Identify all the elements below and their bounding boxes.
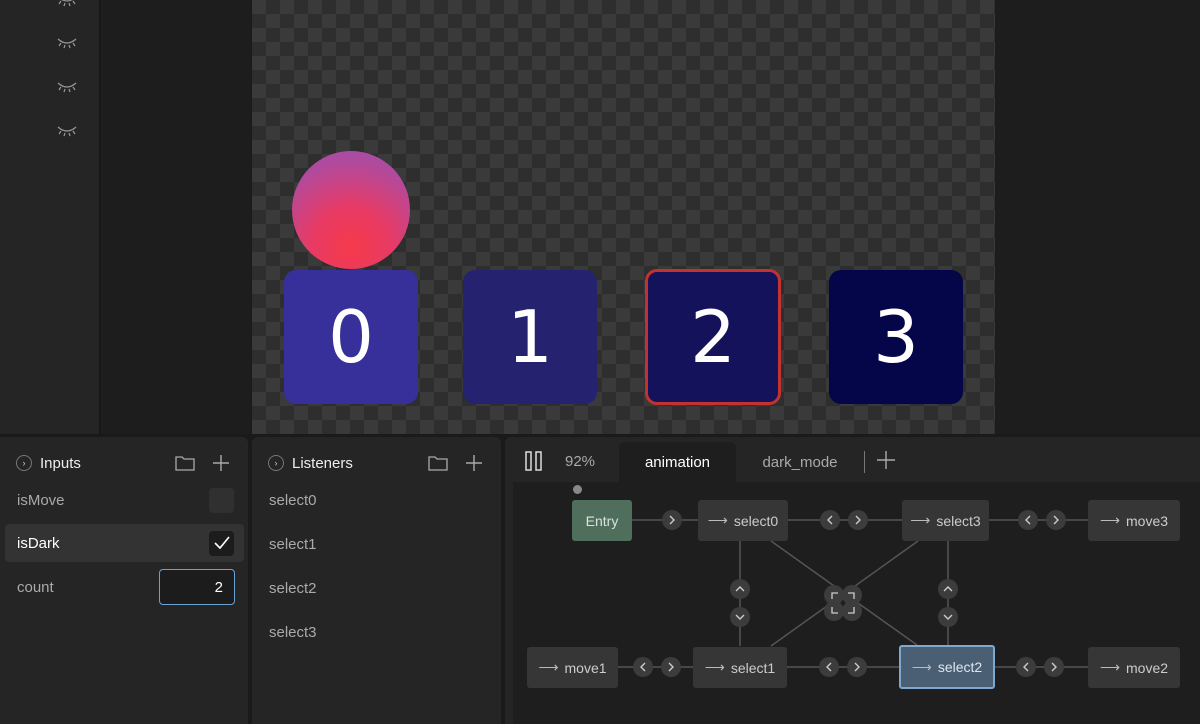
listener-item[interactable]: select0 [269,492,317,509]
transition-right-icon[interactable] [848,510,868,530]
arrow-right-icon: ⟶ [910,512,931,528]
listeners-panel: › Listeners select0 select1 select2 sele… [252,437,501,724]
state-node-select2[interactable]: ⟶ select2 [899,645,995,689]
node-label: select3 [936,512,981,529]
transition-down-icon[interactable] [938,607,958,627]
input-row-isDark[interactable]: isDark [5,524,244,562]
arrow-right-icon: ⟶ [538,659,559,675]
inputs-title: Inputs [40,454,81,472]
graph-toolbar: 92% animation dark_mode [505,437,1200,482]
eye-closed-icon[interactable] [56,0,78,7]
input-label: isDark [17,534,60,552]
state-graph-canvas[interactable]: Entry ⟶ select0 ⟶ select3 ⟶ move3 ⟶ move… [513,482,1200,724]
state-node-move2[interactable]: ⟶ move2 [1088,647,1180,688]
box-label: 2 [690,295,736,379]
arrow-right-icon: ⟶ [911,658,932,675]
transition-down-icon[interactable] [730,607,750,627]
folder-icon[interactable] [427,453,449,473]
ball-shape[interactable] [292,151,410,269]
input-row-isMove[interactable]: isMove [5,481,244,519]
box-label: 3 [873,295,919,379]
node-label: select0 [733,512,779,529]
transition-diagonal-icon[interactable] [824,601,844,621]
listeners-header: › Listeners [268,453,485,473]
state-node-entry[interactable]: Entry [572,500,632,541]
transition-left-icon[interactable] [1018,510,1038,530]
tab-divider [864,451,865,473]
input-row-count[interactable]: count [5,568,244,606]
transition-left-icon[interactable] [819,657,839,677]
transition-right-icon[interactable] [661,657,681,677]
eye-closed-icon[interactable] [56,123,78,137]
transition-right-icon[interactable] [1044,657,1064,677]
artboard-canvas[interactable]: 0 1 2 3 [252,0,995,434]
number-box-1[interactable]: 1 [463,270,597,404]
transition-right-icon[interactable] [1046,510,1066,530]
inspector-gap [995,0,1200,434]
count-number-input[interactable] [159,569,235,605]
chevron-right-icon[interactable]: › [268,455,284,471]
input-label: isMove [17,491,65,509]
inputs-panel: › Inputs isMove isDark count [0,437,248,724]
transition-up-icon[interactable] [730,579,750,599]
listener-item[interactable]: select3 [269,624,317,641]
node-label: move2 [1126,659,1169,676]
arrow-right-icon: ⟶ [704,659,725,675]
transition-diagonal-icon[interactable] [842,601,862,621]
number-box-2[interactable]: 2 [645,269,781,405]
state-node-move1[interactable]: ⟶ move1 [527,647,618,688]
inputs-header: › Inputs [16,453,232,473]
transition-right-icon[interactable] [662,510,682,530]
tab-label: dark_mode [762,453,838,471]
state-node-select0[interactable]: ⟶ select0 [698,500,788,541]
plus-icon[interactable] [210,453,232,473]
transition-left-icon[interactable] [820,510,840,530]
listener-item[interactable]: select1 [269,536,317,553]
plus-icon[interactable] [463,453,485,473]
node-label: select1 [730,659,776,676]
state-machine-panel: 92% animation dark_mode Entry ⟶ select0 … [505,437,1200,724]
eye-closed-icon[interactable] [56,79,78,93]
arrow-right-icon: ⟶ [707,512,728,528]
arrow-right-icon: ⟶ [1099,512,1121,528]
pause-icon[interactable] [525,451,543,471]
node-label: select2 [937,659,983,675]
transition-right-icon[interactable] [847,657,867,677]
isMove-checkbox[interactable] [209,487,234,513]
layers-panel [0,0,100,434]
listeners-title: Listeners [292,454,353,472]
state-node-select1[interactable]: ⟶ select1 [693,647,787,688]
isDark-checkbox[interactable] [209,530,234,556]
chevron-right-icon[interactable]: › [16,455,32,471]
node-label: move3 [1126,512,1169,529]
input-label: count [17,578,54,596]
zoom-level[interactable]: 92% [565,453,595,470]
entry-indicator-dot [573,485,582,494]
tab-label: animation [644,453,711,471]
number-box-3[interactable]: 3 [829,270,963,404]
transition-up-icon[interactable] [938,579,958,599]
tab-dark-mode[interactable]: dark_mode [750,442,850,482]
box-label: 0 [328,295,374,379]
listener-item[interactable]: select2 [269,580,317,597]
checkmark-icon [213,536,230,550]
node-label: move1 [564,659,607,676]
add-tab-plus-icon[interactable] [876,450,896,470]
tab-animation[interactable]: animation [619,442,736,482]
arrow-right-icon: ⟶ [1099,659,1121,675]
eye-closed-icon[interactable] [56,35,78,49]
node-label: Entry [585,512,619,529]
state-node-move3[interactable]: ⟶ move3 [1088,500,1180,541]
transition-left-icon[interactable] [1016,657,1036,677]
folder-icon[interactable] [174,453,196,473]
number-box-0[interactable]: 0 [284,270,418,404]
box-label: 1 [507,295,553,379]
state-node-select3[interactable]: ⟶ select3 [902,500,989,541]
hierarchy-gap [101,0,251,434]
transition-left-icon[interactable] [633,657,653,677]
